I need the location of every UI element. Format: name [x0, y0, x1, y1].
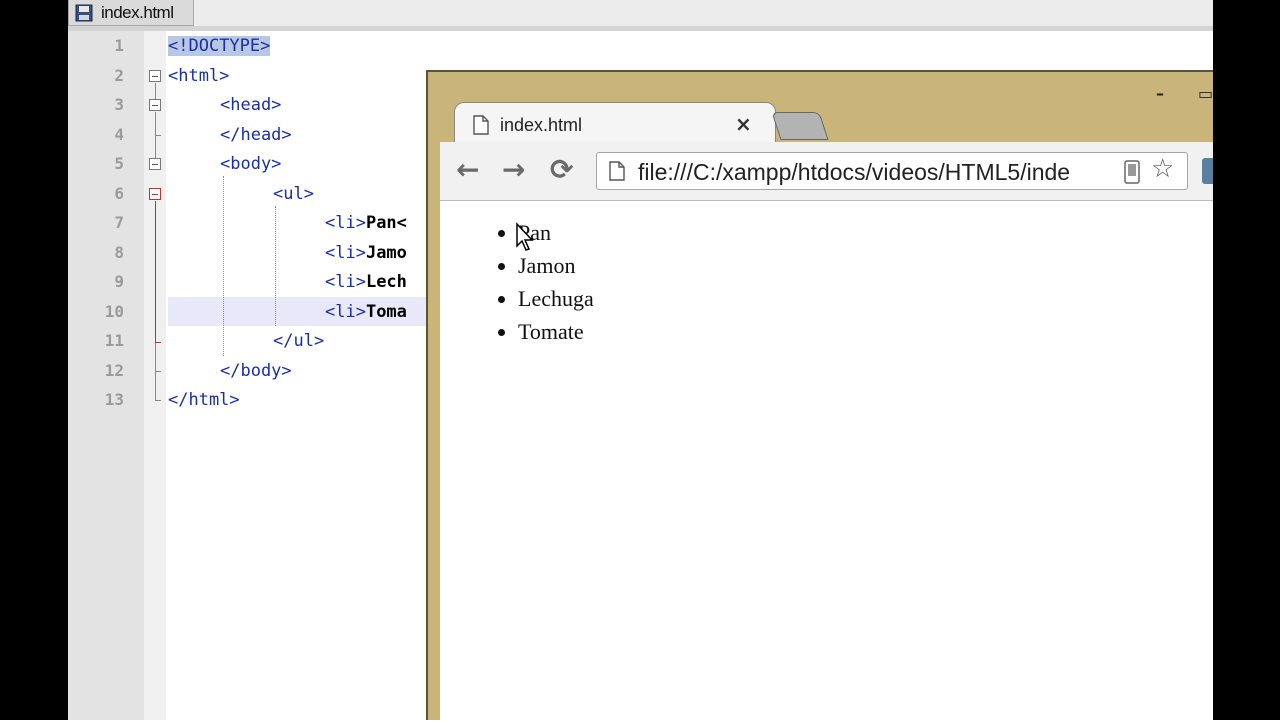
- fold-toggle-icon[interactable]: [149, 188, 161, 200]
- code-line[interactable]: </html>: [168, 390, 240, 410]
- reload-icon[interactable]: ⟳: [550, 156, 573, 184]
- code-line[interactable]: </head>: [220, 125, 292, 145]
- mouse-cursor-icon: [516, 222, 534, 251]
- browser-tab-active[interactable]: index.html ×: [454, 102, 776, 144]
- code-line[interactable]: <html>: [168, 66, 229, 86]
- line-number: 4: [114, 125, 124, 144]
- code-line[interactable]: <ul>: [273, 184, 314, 204]
- bookmark-star-icon[interactable]: ☆: [1151, 154, 1174, 184]
- page-icon: [473, 115, 489, 135]
- fold-toggle-icon[interactable]: [149, 99, 161, 111]
- editor-tab-label: index.html: [101, 2, 174, 22]
- right-letterbox: [1213, 0, 1280, 720]
- page-icon: [609, 161, 625, 181]
- code-line[interactable]: <!DOCTYPE>: [168, 36, 271, 56]
- list-item: Tomate: [518, 318, 594, 351]
- code-line[interactable]: <head>: [220, 95, 281, 115]
- code-line[interactable]: <body>: [220, 154, 281, 174]
- fold-toggle-icon[interactable]: [149, 158, 161, 170]
- code-line[interactable]: </ul>: [273, 331, 324, 351]
- page-viewport: Pan Jamon Lechuga Tomate: [440, 201, 1215, 724]
- left-letterbox: [0, 0, 68, 720]
- rendered-list: Pan Jamon Lechuga Tomate: [482, 219, 594, 351]
- code-line[interactable]: <li>Toma: [325, 302, 407, 322]
- fold-toggle-icon[interactable]: [149, 70, 161, 82]
- line-number: 13: [104, 390, 124, 409]
- new-tab-button[interactable]: [771, 112, 829, 140]
- list-item: Lechuga: [518, 285, 594, 318]
- code-line[interactable]: <li>Lech: [325, 272, 407, 292]
- editor-tab-index-html[interactable]: index.html: [68, 0, 194, 26]
- line-number: 1: [114, 36, 124, 55]
- line-number: 5: [114, 154, 124, 173]
- close-icon[interactable]: ×: [735, 112, 752, 136]
- code-line[interactable]: </body>: [220, 361, 292, 381]
- browser-window: – ▭ index.html × ← → ⟳ file:///C:/xampp/…: [426, 70, 1222, 724]
- forward-arrow-icon[interactable]: →: [502, 156, 525, 184]
- url-text: file:///C:/xampp/htdocs/videos/HTML5/ind…: [638, 159, 1071, 185]
- line-number: 6: [114, 184, 124, 203]
- maximize-button[interactable]: ▭: [1198, 84, 1213, 103]
- browser-toolbar: ← → ⟳ file:///C:/xampp/htdocs/videos/HTM…: [440, 142, 1222, 201]
- address-bar[interactable]: file:///C:/xampp/htdocs/videos/HTML5/ind…: [596, 152, 1188, 190]
- line-number: 12: [104, 361, 124, 380]
- line-number-gutter: 1 2 3 4 5 6 7 8 9 10 11 12 13: [68, 31, 144, 720]
- browser-tab-title: index.html: [500, 115, 583, 135]
- code-line[interactable]: <li>Pan<: [325, 213, 407, 233]
- line-number: 8: [114, 243, 124, 262]
- floppy-disk-icon: [75, 4, 93, 21]
- minimize-button[interactable]: –: [1156, 84, 1164, 103]
- line-number: 10: [104, 302, 124, 321]
- device-icon[interactable]: [1123, 160, 1141, 184]
- editor-tab-bar: index.html: [68, 0, 1213, 31]
- line-number: 7: [114, 213, 124, 232]
- list-item: Jamon: [518, 252, 594, 285]
- back-arrow-icon[interactable]: ←: [456, 156, 479, 184]
- line-number: 11: [104, 331, 124, 350]
- code-line[interactable]: <li>Jamo: [325, 243, 407, 263]
- line-number: 9: [114, 272, 124, 291]
- line-number: 3: [114, 95, 124, 114]
- line-number: 2: [114, 66, 124, 85]
